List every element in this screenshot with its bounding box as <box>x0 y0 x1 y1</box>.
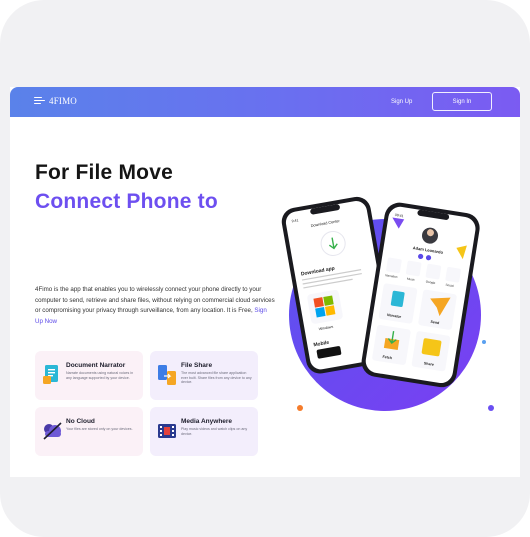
hero-description-text: 4Fimo is the app that enables you to wir… <box>35 286 275 315</box>
document-icon <box>43 365 58 384</box>
feature-card-no-cloud[interactable]: No Cloud Your files are stored only on y… <box>35 407 143 456</box>
decor-dot-orange <box>297 405 303 411</box>
brand-name: 4FIMO <box>49 96 78 106</box>
device-frame: 4FIMO Sign Up Sign In For File Move Conn… <box>0 0 530 537</box>
no-cloud-icon <box>43 422 62 440</box>
signup-link[interactable]: Sign Up <box>391 99 412 105</box>
feature-text: Play music videos and watch clips on any… <box>181 427 248 436</box>
top-navbar: 4FIMO Sign Up Sign In <box>10 87 520 117</box>
feature-text: Your files are stored only on your devic… <box>66 427 133 431</box>
web-page: 4FIMO Sign Up Sign In For File Move Conn… <box>10 87 520 477</box>
signin-button[interactable]: Sign In <box>432 92 492 111</box>
feature-title: File Share <box>181 362 213 369</box>
feature-text: Narrate documents using natural voices i… <box>66 371 134 380</box>
menu-lines-icon <box>34 97 45 105</box>
brand-logo[interactable]: 4FIMO <box>34 96 77 106</box>
decor-dot-purple <box>488 405 494 411</box>
feature-card-media-anywhere[interactable]: Media Anywhere Play music videos and wat… <box>150 407 258 456</box>
feature-title: Media Anywhere <box>181 418 233 425</box>
hero-title-line2: Connect Phone to <box>35 190 218 213</box>
hero-description: 4Fimo is the app that enables you to wir… <box>35 285 275 327</box>
hero-title-line1: For File Move <box>35 161 173 184</box>
decor-dot-blue <box>482 340 486 344</box>
hero-illustration: 9:41 Download Center Download app Window… <box>281 196 481 411</box>
film-media-icon <box>158 424 176 438</box>
phone-share-icon <box>158 365 176 385</box>
feature-card-file-share[interactable]: File Share The most advanced file share … <box>150 351 258 400</box>
feature-text: The most advanced file share application… <box>181 371 252 385</box>
feature-title: No Cloud <box>66 418 95 425</box>
feature-title: Document Narrator <box>66 362 126 369</box>
feature-card-document-narrator[interactable]: Document Narrator Narrate documents usin… <box>35 351 143 400</box>
